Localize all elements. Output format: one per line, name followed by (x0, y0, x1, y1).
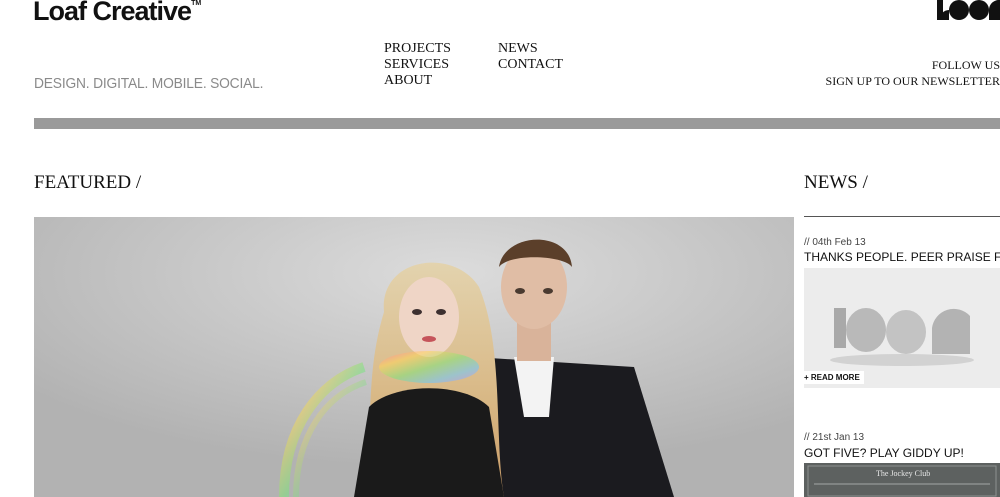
jockey-club-text: The Jockey Club (876, 469, 931, 478)
trademark-symbol: TM (191, 0, 202, 7)
news-heading: NEWS / (804, 172, 868, 193)
news-date: // 04th Feb 13 (804, 237, 866, 248)
nav-services[interactable]: SERVICES (384, 57, 451, 73)
main-nav-secondary: NEWS CONTACT (498, 41, 563, 73)
nav-contact[interactable]: CONTACT (498, 57, 563, 73)
nav-about[interactable]: ABOUT (384, 73, 451, 89)
loaf-mark-icon[interactable] (937, 0, 1000, 24)
social-links: FOLLOW US SIGN UP TO OUR NEWSLETTER (826, 57, 1000, 89)
news-thumbnail[interactable]: The Jockey Club (804, 463, 1000, 497)
read-more-link[interactable]: + READ MORE (804, 371, 864, 384)
news-thumbnail[interactable]: + READ MORE (804, 268, 1000, 388)
nav-news[interactable]: NEWS (498, 41, 563, 57)
news-headline-link[interactable]: GOT FIVE? PLAY GIDDY UP! (804, 446, 1000, 460)
news-headline-link[interactable]: THANKS PEOPLE. PEER PRAISE FOR LOAF (804, 250, 1000, 264)
news-date: // 21st Jan 13 (804, 432, 865, 443)
news-divider (804, 216, 1000, 217)
newsletter-signup-link[interactable]: SIGN UP TO OUR NEWSLETTER (826, 73, 1000, 89)
featured-photo-illustration (34, 217, 794, 497)
featured-image[interactable] (34, 217, 794, 497)
featured-heading: FEATURED / (34, 172, 142, 193)
main-nav-primary: PROJECTS SERVICES ABOUT (384, 41, 451, 89)
logo[interactable]: Loaf CreativeTM (33, 0, 201, 27)
header-divider (34, 118, 1000, 129)
nav-projects[interactable]: PROJECTS (384, 41, 451, 57)
follow-us-link[interactable]: FOLLOW US (826, 57, 1000, 73)
loaf-sculpture-image (804, 268, 1000, 388)
logo-text: Loaf Creative (33, 0, 192, 26)
tagline: DESIGN. DIGITAL. MOBILE. SOCIAL. (34, 75, 264, 92)
